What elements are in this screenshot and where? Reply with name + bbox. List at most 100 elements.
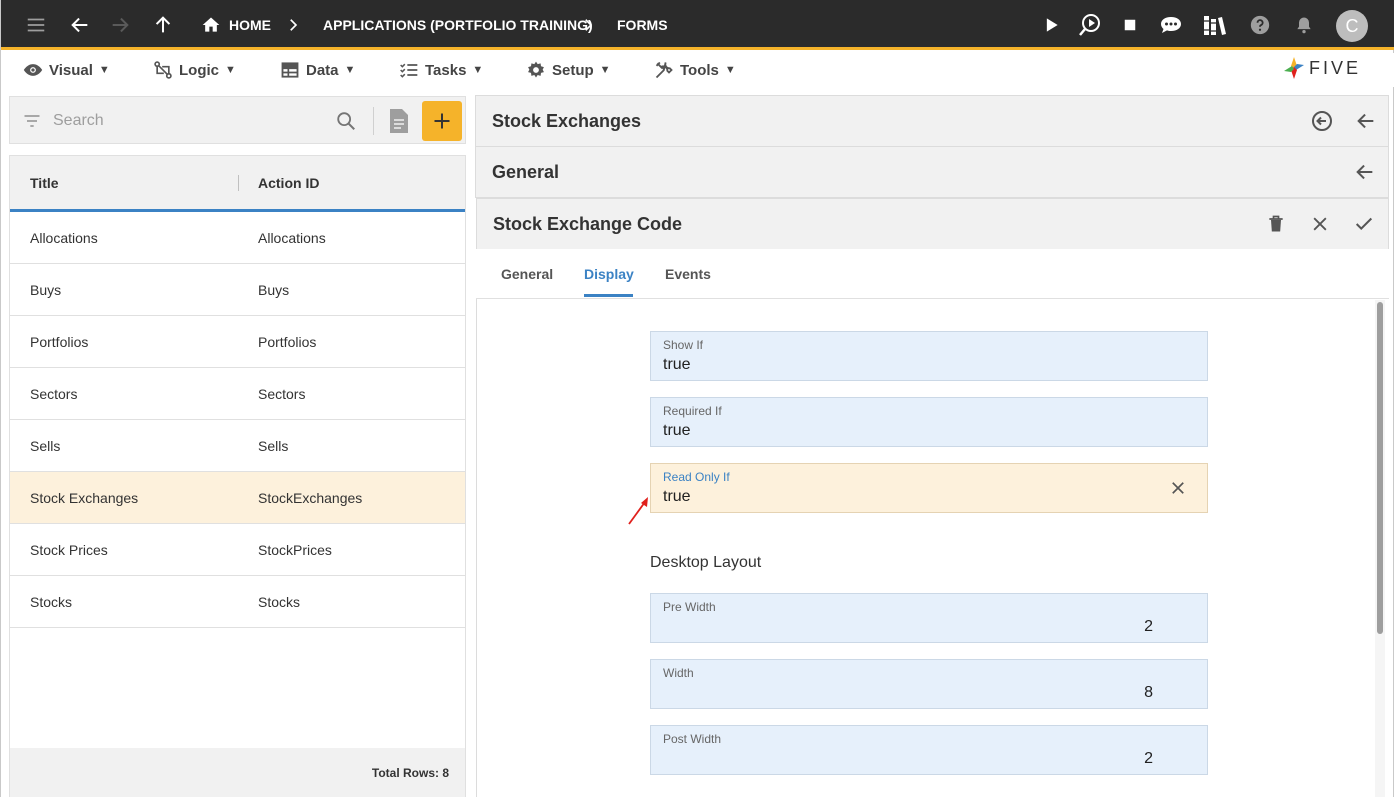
row-title: Stock Exchanges <box>30 490 139 506</box>
tab-display[interactable]: Display <box>584 249 634 298</box>
column-header-title[interactable]: Title <box>30 156 59 209</box>
breadcrumb-applications[interactable]: APPLICATIONS (PORTFOLIO TRAINING) <box>323 0 593 50</box>
scrollbar-thumb[interactable] <box>1377 302 1383 634</box>
chat-icon[interactable] <box>1158 12 1184 38</box>
table-row[interactable]: Allocations Allocations <box>10 212 465 264</box>
page-header: General <box>475 146 1389 198</box>
tools-icon <box>655 61 673 79</box>
table-row[interactable]: Stocks Stocks <box>10 576 465 628</box>
show-if-label: Show If <box>663 338 704 352</box>
filter-icon[interactable] <box>22 111 42 131</box>
show-if-value[interactable]: true <box>663 356 691 374</box>
up-arrow-icon[interactable] <box>150 12 176 38</box>
required-if-value[interactable]: true <box>663 422 691 440</box>
table-row[interactable]: Stock Prices StockPrices <box>10 524 465 576</box>
read-only-if-value[interactable]: true <box>663 488 691 506</box>
close-icon[interactable] <box>1307 211 1333 237</box>
pre-width-value[interactable]: 2 <box>1144 618 1153 636</box>
menu-data[interactable]: Data ▼ <box>280 59 355 81</box>
menu-tools-label: Tools <box>680 61 719 79</box>
width-value[interactable]: 8 <box>1144 684 1153 702</box>
field-title: Stock Exchange Code <box>493 213 683 234</box>
check-icon[interactable] <box>1351 211 1377 237</box>
library-icon[interactable] <box>1202 12 1228 38</box>
clear-icon[interactable] <box>1166 476 1190 500</box>
pre-width-field[interactable]: Pre Width 2 <box>650 593 1208 643</box>
user-avatar[interactable]: C <box>1336 10 1368 42</box>
add-button[interactable] <box>422 101 462 141</box>
row-title: Portfolios <box>30 334 89 350</box>
post-width-field[interactable]: Post Width 2 <box>650 725 1208 775</box>
menu-visual-label: Visual <box>49 61 93 79</box>
run-debug-icon[interactable] <box>1077 12 1103 38</box>
document-icon[interactable] <box>388 108 410 134</box>
back-arrow-icon[interactable] <box>1353 108 1379 134</box>
pre-width-label: Pre Width <box>663 600 716 614</box>
row-title: Allocations <box>30 230 98 246</box>
row-title: Sectors <box>30 386 78 402</box>
table-row[interactable]: Portfolios Portfolios <box>10 316 465 368</box>
caret-down-icon: ▼ <box>344 64 356 76</box>
delete-icon[interactable] <box>1263 211 1289 237</box>
table-row[interactable]: Buys Buys <box>10 264 465 316</box>
width-label: Width <box>663 666 694 680</box>
column-divider[interactable] <box>238 175 239 191</box>
logic-flow-icon <box>154 61 172 79</box>
eye-icon <box>23 64 43 76</box>
menu-tools[interactable]: Tools ▼ <box>654 59 736 81</box>
back-arrow-icon[interactable] <box>67 12 93 38</box>
form-header: Stock Exchanges <box>475 95 1389 147</box>
notifications-bell-icon[interactable] <box>1291 12 1317 38</box>
post-width-label: Post Width <box>663 732 722 746</box>
breadcrumb-forms-label: FORMS <box>617 17 668 33</box>
read-only-if-label: Read Only If <box>663 470 730 484</box>
table-row[interactable]: Sectors Sectors <box>10 368 465 420</box>
table-row[interactable]: Sells Sells <box>10 420 465 472</box>
menu-setup[interactable]: Setup ▼ <box>526 59 611 81</box>
menu-tasks-label: Tasks <box>425 61 467 79</box>
menu-tasks[interactable]: Tasks ▼ <box>399 59 483 81</box>
menu-setup-label: Setup <box>552 61 594 79</box>
breadcrumb-home[interactable]: HOME <box>201 0 271 50</box>
back-arrow-icon[interactable] <box>1352 159 1378 185</box>
divider <box>373 107 374 135</box>
read-only-if-field[interactable]: Read Only If true <box>650 463 1208 513</box>
help-icon[interactable] <box>1247 12 1273 38</box>
show-if-field[interactable]: Show If true <box>650 331 1208 381</box>
row-action-id: StockPrices <box>258 542 332 558</box>
row-title: Stock Prices <box>30 542 108 558</box>
breadcrumb-forms[interactable]: FORMS <box>617 0 668 50</box>
search-input[interactable] <box>53 108 323 134</box>
required-if-label: Required If <box>663 404 722 418</box>
column-header-action-id[interactable]: Action ID <box>258 156 319 209</box>
plus-icon <box>434 113 450 129</box>
post-width-value[interactable]: 2 <box>1144 750 1153 768</box>
stop-icon[interactable] <box>1117 12 1143 38</box>
forward-arrow-icon[interactable] <box>107 12 133 38</box>
menu-logic[interactable]: Logic ▼ <box>153 59 236 81</box>
vertical-scrollbar[interactable] <box>1375 300 1385 797</box>
caret-down-icon: ▼ <box>472 64 484 76</box>
row-action-id: Portfolios <box>258 334 317 350</box>
page-title: General <box>492 161 560 182</box>
width-field[interactable]: Width 8 <box>650 659 1208 709</box>
row-title: Stocks <box>30 594 73 610</box>
required-if-field[interactable]: Required If true <box>650 397 1208 447</box>
list-header: Title Action ID <box>10 156 465 212</box>
row-title: Buys <box>30 282 62 298</box>
hamburger-menu-icon[interactable] <box>23 12 49 38</box>
play-icon[interactable] <box>1038 12 1064 38</box>
table-row[interactable]: Stock Exchanges StockExchanges <box>10 472 465 524</box>
breadcrumb-home-label: HOME <box>229 17 271 33</box>
search-icon[interactable] <box>335 110 357 132</box>
total-rows: Total Rows: 8 <box>10 748 465 797</box>
menu-visual[interactable]: Visual ▼ <box>23 59 110 81</box>
menu-logic-label: Logic <box>179 61 219 79</box>
checklist-icon <box>400 63 418 78</box>
history-back-icon[interactable] <box>1309 108 1335 134</box>
field-tabs: General Display Events <box>476 249 1389 299</box>
tab-events[interactable]: Events <box>665 249 711 298</box>
menu-bar: Visual ▼ Logic ▼ Data ▼ Tasks ▼ Setup ▼ … <box>1 53 1394 87</box>
tab-general[interactable]: General <box>501 249 553 298</box>
top-bar: HOME APPLICATIONS (PORTFOLIO TRAINING) F… <box>1 0 1394 50</box>
